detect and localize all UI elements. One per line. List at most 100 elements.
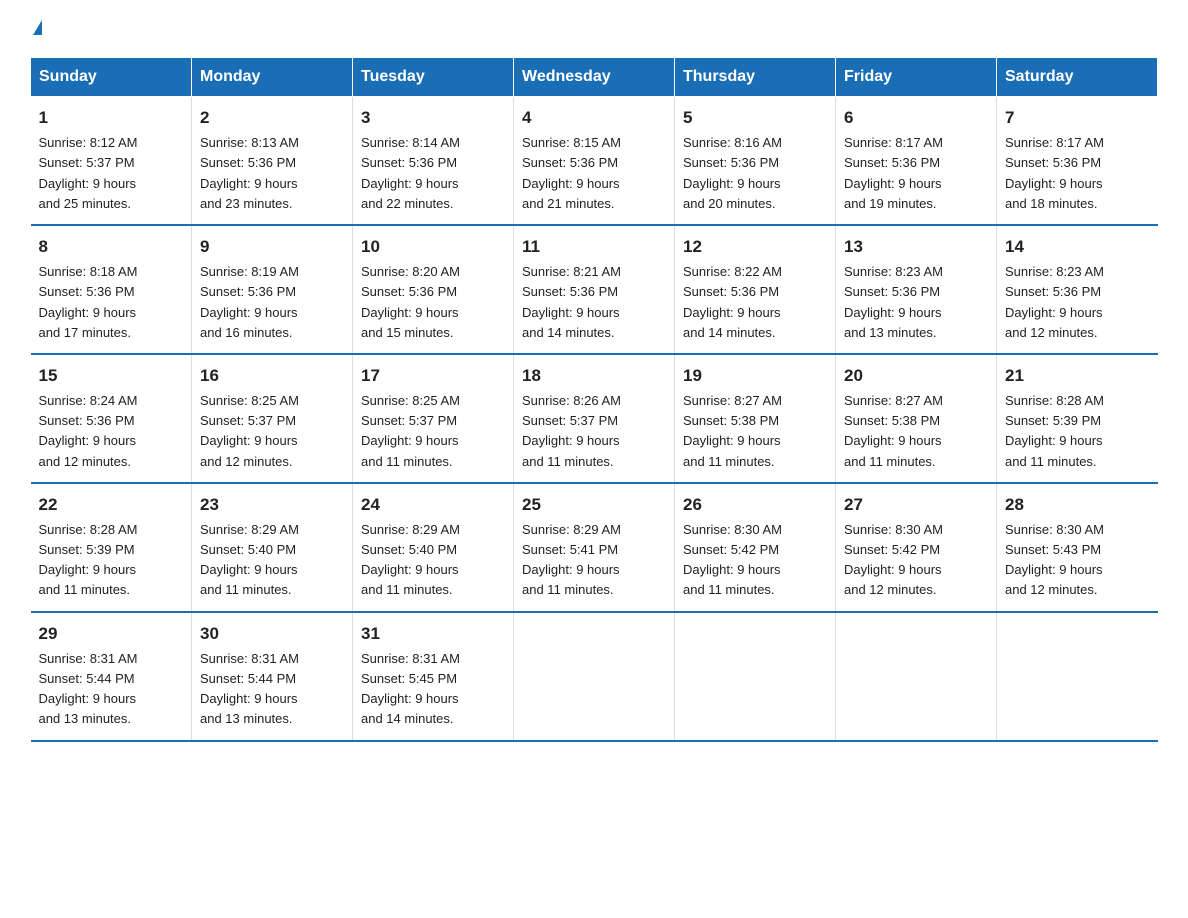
day-cell: 8 Sunrise: 8:18 AMSunset: 5:36 PMDaylight… [31, 225, 192, 354]
header-day-thursday: Thursday [675, 58, 836, 97]
day-number: 24 [361, 492, 505, 518]
day-number: 30 [200, 621, 344, 647]
day-number: 28 [1005, 492, 1150, 518]
day-info: Sunrise: 8:30 AMSunset: 5:42 PMDaylight:… [683, 522, 782, 597]
week-row-1: 1 Sunrise: 8:12 AMSunset: 5:37 PMDaylight… [31, 97, 1158, 225]
day-number: 25 [522, 492, 666, 518]
day-number: 8 [39, 234, 184, 260]
day-number: 7 [1005, 105, 1150, 131]
calendar-table: SundayMondayTuesdayWednesdayThursdayFrid… [30, 57, 1158, 742]
day-cell: 25 Sunrise: 8:29 AMSunset: 5:41 PMDayligh… [514, 483, 675, 612]
day-info: Sunrise: 8:28 AMSunset: 5:39 PMDaylight:… [39, 522, 138, 597]
day-info: Sunrise: 8:17 AMSunset: 5:36 PMDaylight:… [844, 135, 943, 210]
day-cell: 1 Sunrise: 8:12 AMSunset: 5:37 PMDaylight… [31, 97, 192, 225]
day-cell: 10 Sunrise: 8:20 AMSunset: 5:36 PMDayligh… [353, 225, 514, 354]
day-cell: 28 Sunrise: 8:30 AMSunset: 5:43 PMDayligh… [997, 483, 1158, 612]
day-cell [997, 612, 1158, 741]
day-cell: 23 Sunrise: 8:29 AMSunset: 5:40 PMDayligh… [192, 483, 353, 612]
day-cell: 22 Sunrise: 8:28 AMSunset: 5:39 PMDayligh… [31, 483, 192, 612]
day-cell: 11 Sunrise: 8:21 AMSunset: 5:36 PMDayligh… [514, 225, 675, 354]
day-info: Sunrise: 8:20 AMSunset: 5:36 PMDaylight:… [361, 264, 460, 339]
day-cell: 5Sunrise: 8:16 AMSunset: 5:36 PMDaylight… [675, 97, 836, 225]
day-number: 10 [361, 234, 505, 260]
week-row-3: 15 Sunrise: 8:24 AMSunset: 5:36 PMDayligh… [31, 354, 1158, 483]
day-number: 31 [361, 621, 505, 647]
week-row-5: 29 Sunrise: 8:31 AMSunset: 5:44 PMDayligh… [31, 612, 1158, 741]
day-number: 22 [39, 492, 184, 518]
day-info: Sunrise: 8:29 AMSunset: 5:40 PMDaylight:… [200, 522, 299, 597]
header-day-tuesday: Tuesday [353, 58, 514, 97]
day-cell: 7 Sunrise: 8:17 AMSunset: 5:36 PMDaylight… [997, 97, 1158, 225]
day-info: Sunrise: 8:17 AMSunset: 5:36 PMDaylight:… [1005, 135, 1104, 210]
day-number: 2 [200, 105, 344, 131]
page-header [30, 20, 1158, 39]
day-number: 17 [361, 363, 505, 389]
day-number: 15 [39, 363, 184, 389]
day-number: 14 [1005, 234, 1150, 260]
day-info: Sunrise: 8:19 AMSunset: 5:36 PMDaylight:… [200, 264, 299, 339]
day-info: Sunrise: 8:28 AMSunset: 5:39 PMDaylight:… [1005, 393, 1104, 468]
day-info: Sunrise: 8:31 AMSunset: 5:44 PMDaylight:… [39, 651, 138, 726]
day-info: Sunrise: 8:30 AMSunset: 5:43 PMDaylight:… [1005, 522, 1104, 597]
day-number: 13 [844, 234, 988, 260]
day-number: 21 [1005, 363, 1150, 389]
day-cell: 2 Sunrise: 8:13 AMSunset: 5:36 PMDaylight… [192, 97, 353, 225]
day-info: Sunrise: 8:23 AMSunset: 5:36 PMDaylight:… [844, 264, 943, 339]
day-info: Sunrise: 8:21 AMSunset: 5:36 PMDaylight:… [522, 264, 621, 339]
day-number: 4 [522, 105, 666, 131]
day-number: 20 [844, 363, 988, 389]
day-info: Sunrise: 8:29 AMSunset: 5:41 PMDaylight:… [522, 522, 621, 597]
day-info: Sunrise: 8:27 AMSunset: 5:38 PMDaylight:… [844, 393, 943, 468]
day-info: Sunrise: 8:18 AMSunset: 5:36 PMDaylight:… [39, 264, 138, 339]
day-cell: 15 Sunrise: 8:24 AMSunset: 5:36 PMDayligh… [31, 354, 192, 483]
logo [30, 20, 42, 39]
day-info: Sunrise: 8:13 AMSunset: 5:36 PMDaylight:… [200, 135, 299, 210]
day-cell: 31 Sunrise: 8:31 AMSunset: 5:45 PMDayligh… [353, 612, 514, 741]
day-cell [514, 612, 675, 741]
day-number: 11 [522, 234, 666, 260]
day-cell: 17 Sunrise: 8:25 AMSunset: 5:37 PMDayligh… [353, 354, 514, 483]
day-cell: 12Sunrise: 8:22 AMSunset: 5:36 PMDayligh… [675, 225, 836, 354]
day-number: 9 [200, 234, 344, 260]
day-info: Sunrise: 8:24 AMSunset: 5:36 PMDaylight:… [39, 393, 138, 468]
day-cell: 19Sunrise: 8:27 AMSunset: 5:38 PMDayligh… [675, 354, 836, 483]
day-info: Sunrise: 8:29 AMSunset: 5:40 PMDaylight:… [361, 522, 460, 597]
day-cell [836, 612, 997, 741]
day-cell: 21 Sunrise: 8:28 AMSunset: 5:39 PMDayligh… [997, 354, 1158, 483]
header-day-wednesday: Wednesday [514, 58, 675, 97]
day-cell: 30 Sunrise: 8:31 AMSunset: 5:44 PMDayligh… [192, 612, 353, 741]
day-cell: 16Sunrise: 8:25 AMSunset: 5:37 PMDayligh… [192, 354, 353, 483]
day-cell: 29 Sunrise: 8:31 AMSunset: 5:44 PMDayligh… [31, 612, 192, 741]
day-number: 5 [683, 105, 827, 131]
header-day-monday: Monday [192, 58, 353, 97]
day-info: Sunrise: 8:14 AMSunset: 5:36 PMDaylight:… [361, 135, 460, 210]
day-cell: 14 Sunrise: 8:23 AMSunset: 5:36 PMDayligh… [997, 225, 1158, 354]
day-info: Sunrise: 8:31 AMSunset: 5:45 PMDaylight:… [361, 651, 460, 726]
day-cell: 18 Sunrise: 8:26 AMSunset: 5:37 PMDayligh… [514, 354, 675, 483]
day-number: 27 [844, 492, 988, 518]
day-cell: 4 Sunrise: 8:15 AMSunset: 5:36 PMDaylight… [514, 97, 675, 225]
day-cell: 27Sunrise: 8:30 AMSunset: 5:42 PMDayligh… [836, 483, 997, 612]
day-info: Sunrise: 8:31 AMSunset: 5:44 PMDaylight:… [200, 651, 299, 726]
header-day-sunday: Sunday [31, 58, 192, 97]
header-row: SundayMondayTuesdayWednesdayThursdayFrid… [31, 58, 1158, 97]
week-row-2: 8 Sunrise: 8:18 AMSunset: 5:36 PMDaylight… [31, 225, 1158, 354]
day-number: 26 [683, 492, 827, 518]
day-number: 3 [361, 105, 505, 131]
day-number: 1 [39, 105, 184, 131]
day-number: 6 [844, 105, 988, 131]
day-info: Sunrise: 8:25 AMSunset: 5:37 PMDaylight:… [361, 393, 460, 468]
day-number: 23 [200, 492, 344, 518]
day-info: Sunrise: 8:26 AMSunset: 5:37 PMDaylight:… [522, 393, 621, 468]
day-cell [675, 612, 836, 741]
week-row-4: 22 Sunrise: 8:28 AMSunset: 5:39 PMDayligh… [31, 483, 1158, 612]
day-info: Sunrise: 8:22 AMSunset: 5:36 PMDaylight:… [683, 264, 782, 339]
day-cell: 26 Sunrise: 8:30 AMSunset: 5:42 PMDayligh… [675, 483, 836, 612]
day-info: Sunrise: 8:23 AMSunset: 5:36 PMDaylight:… [1005, 264, 1104, 339]
day-number: 18 [522, 363, 666, 389]
day-number: 29 [39, 621, 184, 647]
day-info: Sunrise: 8:15 AMSunset: 5:36 PMDaylight:… [522, 135, 621, 210]
day-info: Sunrise: 8:12 AMSunset: 5:37 PMDaylight:… [39, 135, 138, 210]
day-cell: 24 Sunrise: 8:29 AMSunset: 5:40 PMDayligh… [353, 483, 514, 612]
day-number: 16 [200, 363, 344, 389]
